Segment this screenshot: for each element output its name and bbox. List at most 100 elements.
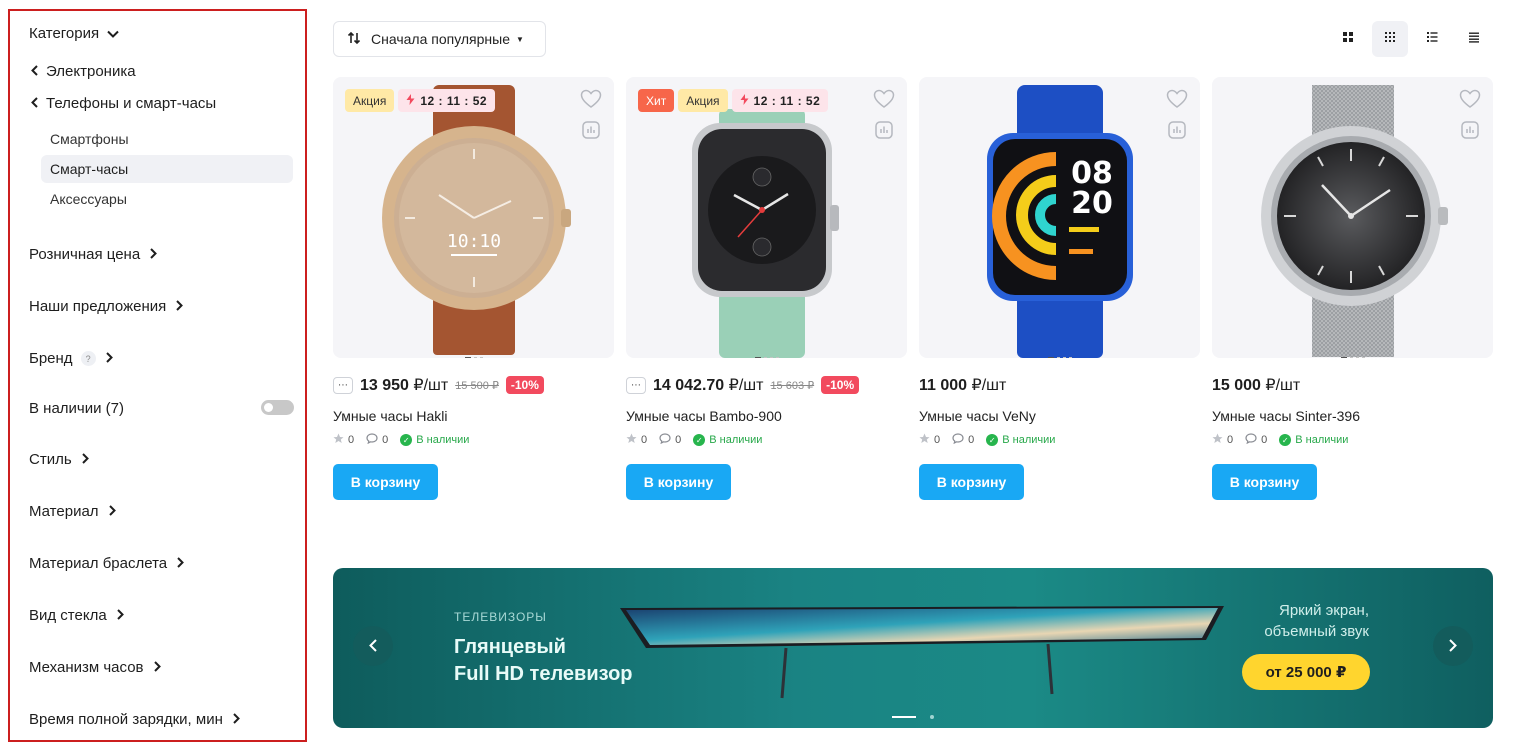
image-dots — [754, 357, 779, 358]
banner-next-button[interactable] — [1433, 626, 1473, 666]
pagination-dot-active[interactable] — [892, 716, 916, 718]
review-count: 0 — [968, 434, 975, 446]
chevron-right-icon — [177, 555, 185, 572]
heart-icon[interactable] — [580, 89, 602, 109]
banner-prev-button[interactable] — [353, 626, 393, 666]
product-meta: 0 0 ✓ В наличии — [333, 433, 469, 447]
screen-time-bottom: 20 — [1071, 186, 1113, 221]
subcategory-smartwatches[interactable]: Смарт-часы — [41, 155, 293, 183]
compare-icon[interactable] — [582, 121, 600, 139]
filter-label: Бренд — [29, 350, 73, 367]
banner-category: ТЕЛЕВИЗОРЫ — [454, 610, 547, 624]
product-card: Хит Акция 12 : 11 : 52 ⋯ 14 042.70 ₽/шт … — [626, 77, 907, 527]
product-card: 08 20 11 000 ₽/шт Умные часы VeNy 0 0 ✓ В… — [919, 77, 1200, 527]
filter-label: Время полной зарядки, мин — [29, 711, 223, 728]
filter-label: Стиль — [29, 451, 72, 468]
promo-banner[interactable]: ТЕЛЕВИЗОРЫ Глянцевый Full HD телевизор Я… — [333, 568, 1493, 728]
add-to-cart-button[interactable]: В корзину — [1212, 464, 1317, 500]
banner-price-button[interactable]: от 25 000 ₽ — [1242, 654, 1370, 690]
star-icon — [626, 433, 637, 447]
heart-icon[interactable] — [873, 89, 895, 109]
filter-strap-material[interactable]: Материал браслета — [29, 555, 185, 572]
view-grid-large-button[interactable] — [1330, 21, 1366, 57]
breadcrumb-label: Телефоны и смарт-часы — [46, 95, 217, 112]
product-image-area[interactable]: Акция 12 : 11 : 52 10:10 — [333, 77, 614, 358]
filter-charge-time[interactable]: Время полной зарядки, мин — [29, 711, 240, 728]
rating-count: 0 — [641, 434, 648, 446]
rating-count: 0 — [348, 434, 355, 446]
timer-value: 12 : 11 : 52 — [753, 93, 821, 108]
check-icon: ✓ — [400, 434, 413, 446]
list-icon — [1426, 30, 1438, 48]
check-icon: ✓ — [1279, 434, 1292, 446]
rating-count: 0 — [1227, 434, 1234, 446]
lightning-icon — [740, 93, 749, 108]
stock-status: ✓ В наличии — [986, 434, 1055, 446]
filter-material[interactable]: Материал — [29, 503, 116, 520]
compact-list-icon — [1468, 30, 1480, 48]
sort-dropdown[interactable]: Сначала популярные ▼ — [333, 21, 546, 57]
help-icon[interactable]: ? — [80, 351, 96, 366]
more-options-icon[interactable]: ⋯ — [626, 376, 646, 394]
compare-icon[interactable] — [875, 121, 893, 139]
more-options-icon[interactable]: ⋯ — [333, 376, 353, 394]
subcategory-accessories[interactable]: Аксессуары — [41, 185, 293, 213]
banner-pagination — [892, 715, 934, 719]
product-title[interactable]: Умные часы Bambo-900 — [626, 408, 782, 424]
lightning-icon — [406, 93, 415, 108]
promo-badge: Акция — [678, 89, 728, 112]
add-to-cart-button[interactable]: В корзину — [333, 464, 438, 500]
promo-badge: Акция — [345, 89, 395, 112]
add-to-cart-button[interactable]: В корзину — [626, 464, 731, 500]
breadcrumb-phones-watches[interactable]: Телефоны и смарт-часы — [31, 95, 216, 112]
product-title[interactable]: Умные часы Sinter-396 — [1212, 408, 1360, 424]
chevron-right-icon — [150, 246, 158, 263]
filter-sidebar: Категория Электроника Телефоны и смарт-ч… — [8, 9, 307, 742]
price-row: ⋯ 14 042.70 ₽/шт 15 603 ₽ -10% — [626, 375, 860, 395]
product-meta: 0 0 ✓ В наличии — [919, 433, 1055, 447]
sort-label: Сначала популярные — [371, 31, 511, 47]
chevron-right-icon — [105, 350, 113, 367]
chevron-right-icon — [116, 607, 124, 624]
category-header[interactable]: Категория — [29, 25, 119, 42]
view-compact-list-button[interactable] — [1456, 21, 1492, 57]
in-stock-toggle[interactable] — [261, 400, 294, 415]
tv-image — [620, 606, 1224, 699]
product-title[interactable]: Умные часы VeNy — [919, 408, 1036, 424]
chevron-left-icon — [369, 636, 377, 657]
view-list-button[interactable] — [1414, 21, 1450, 57]
filter-offers[interactable]: Наши предложения — [29, 298, 184, 315]
price: 15 000 ₽/шт — [1212, 377, 1301, 394]
product-image-area[interactable]: Хит Акция 12 : 11 : 52 — [626, 77, 907, 358]
price: 14 042.70 ₽/шт — [653, 377, 764, 394]
stock-status: ✓ В наличии — [1279, 434, 1348, 446]
price-row: 15 000 ₽/шт — [1212, 375, 1300, 395]
chevron-right-icon — [108, 503, 116, 520]
product-meta: 0 0 ✓ В наличии — [1212, 433, 1348, 447]
price: 11 000 ₽/шт — [919, 377, 1007, 394]
star-icon — [333, 433, 344, 447]
compare-icon[interactable] — [1461, 121, 1479, 139]
compare-icon[interactable] — [1168, 121, 1186, 139]
product-image-area[interactable] — [1212, 77, 1493, 358]
view-grid-small-button[interactable] — [1372, 21, 1408, 57]
heart-icon[interactable] — [1459, 89, 1481, 109]
filter-brand[interactable]: Бренд ? — [29, 350, 113, 367]
filter-retail-price[interactable]: Розничная цена — [29, 246, 158, 263]
chevron-down-icon — [107, 27, 119, 41]
breadcrumb-electronics[interactable]: Электроника — [31, 63, 136, 80]
filter-style[interactable]: Стиль — [29, 451, 89, 468]
filter-glass-type[interactable]: Вид стекла — [29, 607, 124, 624]
grid-large-icon — [1342, 30, 1354, 48]
pagination-dot[interactable] — [930, 715, 934, 719]
product-image-area[interactable]: 08 20 — [919, 77, 1200, 358]
old-price: 15 603 ₽ — [770, 379, 815, 392]
add-to-cart-button[interactable]: В корзину — [919, 464, 1024, 500]
check-icon: ✓ — [693, 434, 706, 446]
product-title[interactable]: Умные часы Hakli — [333, 408, 448, 424]
filter-movement[interactable]: Механизм часов — [29, 659, 161, 676]
heart-icon[interactable] — [1166, 89, 1188, 109]
subcategory-smartphones[interactable]: Смартфоны — [41, 125, 293, 153]
filter-label: В наличии (7) — [29, 400, 125, 417]
filter-label: Вид стекла — [29, 607, 107, 624]
